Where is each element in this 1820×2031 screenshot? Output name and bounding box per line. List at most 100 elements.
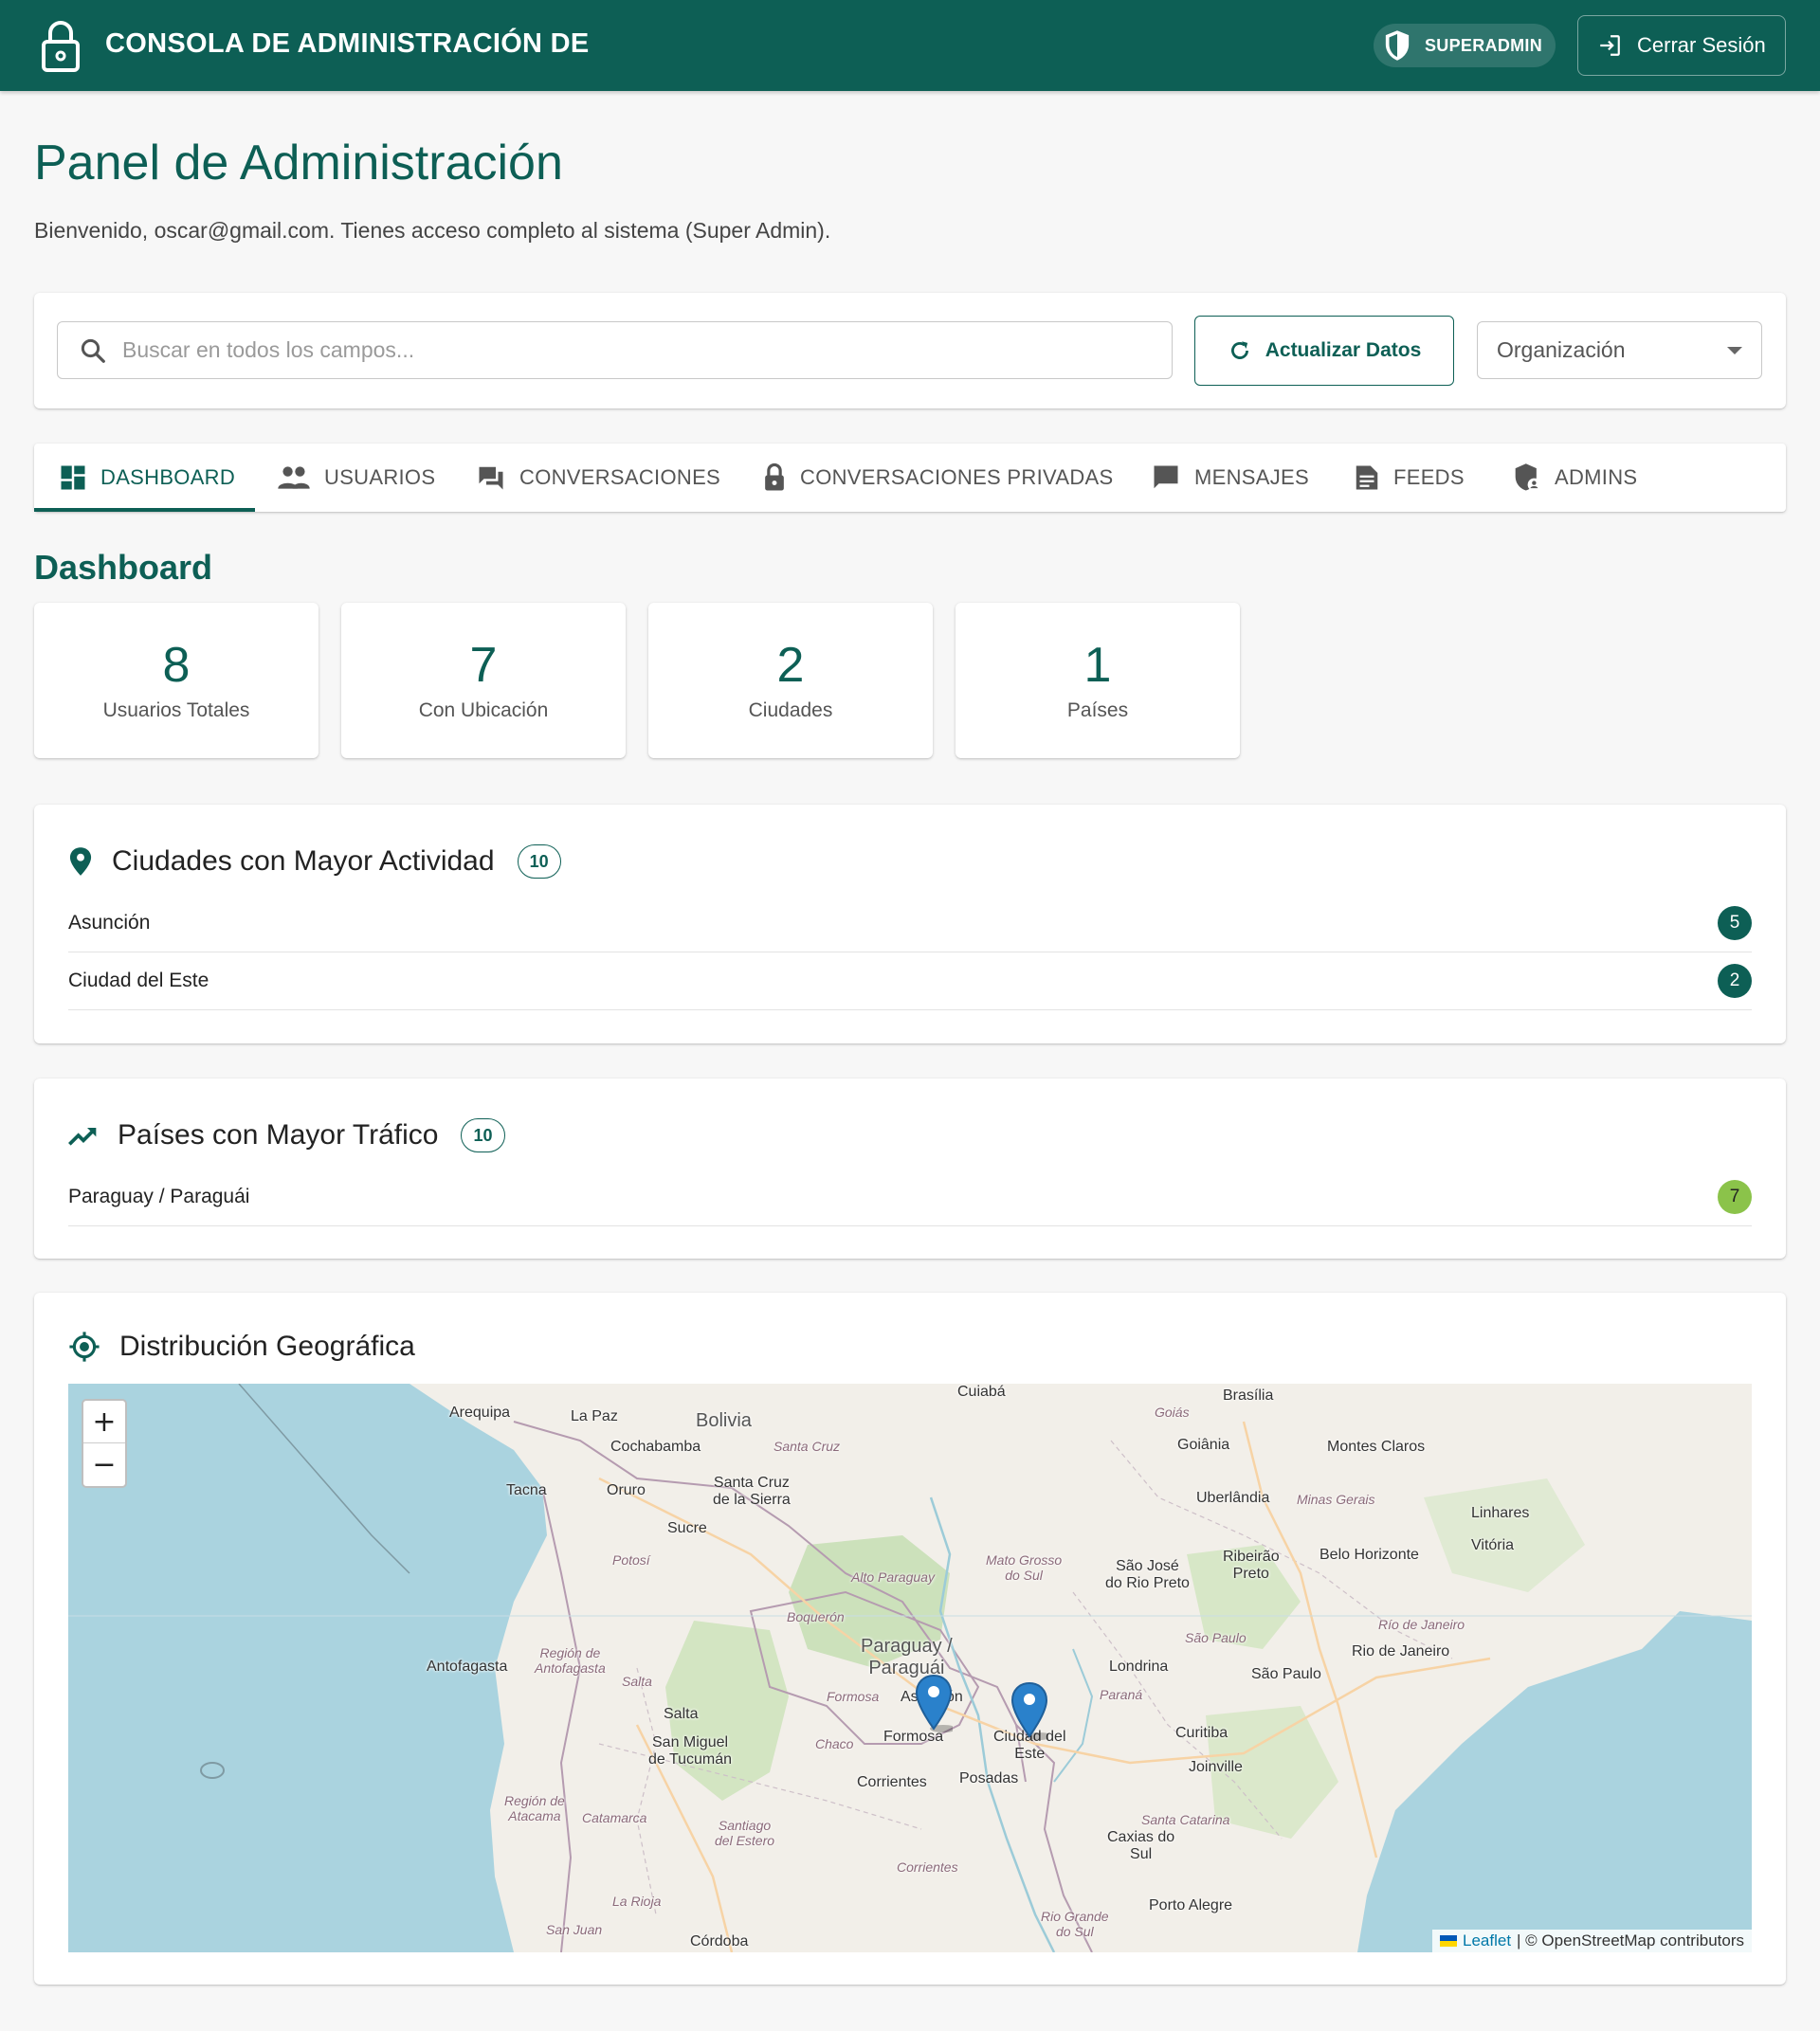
role-chip: SUPERADMIN — [1374, 24, 1556, 67]
tab-feeds-label: FEEDS — [1393, 465, 1465, 489]
list-item[interactable]: Asunción 5 — [68, 895, 1752, 952]
admin-shield-icon — [1515, 463, 1541, 492]
map-label: Curitiba — [1175, 1725, 1228, 1741]
role-chip-label: SUPERADMIN — [1425, 35, 1543, 55]
stat-value: 7 — [469, 638, 498, 693]
map-label: La Paz — [571, 1408, 618, 1424]
map-label: Salta — [622, 1674, 652, 1689]
article-icon — [1356, 465, 1378, 490]
countries-card-title: Países con Mayor Tráfico — [118, 1119, 439, 1151]
logout-icon — [1600, 35, 1620, 56]
refresh-label: Actualizar Datos — [1265, 339, 1422, 361]
search-icon — [81, 338, 105, 363]
map-label: Corrientes — [857, 1774, 927, 1790]
map-label: Corrientes — [897, 1859, 958, 1875]
map-label: Brasília — [1223, 1387, 1274, 1404]
stat-label: Ciudades — [748, 699, 833, 721]
countries-card: Países con Mayor Tráfico 10 Paraguay / P… — [34, 1079, 1786, 1259]
map-label: Salta — [664, 1706, 699, 1722]
tab-dashboard-label: DASHBOARD — [100, 465, 236, 489]
dashboard-title: Dashboard — [34, 548, 213, 587]
tab-conversaciones-privadas[interactable]: CONVERSACIONES PRIVADAS — [762, 444, 1113, 512]
map-label: Arequipa — [449, 1405, 511, 1421]
refresh-button[interactable]: Actualizar Datos — [1194, 316, 1454, 386]
stat-label: Usuarios Totales — [102, 699, 250, 721]
country-count-badge: 7 — [1718, 1180, 1752, 1214]
map-label: Paraná — [1100, 1687, 1143, 1702]
logout-button[interactable]: Cerrar Sesión — [1577, 15, 1786, 76]
organization-select[interactable]: Organización — [1477, 321, 1762, 379]
map-label: Goiás — [1155, 1405, 1190, 1420]
city-name: Ciudad del Este — [68, 970, 209, 991]
city-count-badge: 2 — [1718, 964, 1752, 998]
forum-icon — [479, 466, 503, 490]
map-label: Santiago del Estero — [715, 1818, 775, 1849]
map-label: Rio Grande do Sul — [1041, 1909, 1109, 1940]
trending-up-icon — [68, 1128, 97, 1146]
organization-select-value: Organización — [1497, 337, 1626, 362]
map-label: Antofagasta — [427, 1659, 508, 1675]
attribution-text: | © OpenStreetMap contributors — [1517, 1931, 1744, 1949]
ukraine-flag-icon — [1440, 1935, 1457, 1947]
map-label: Región de Antofagasta — [535, 1645, 606, 1677]
map-label: Vitória — [1471, 1537, 1515, 1553]
stat-card-usuarios-totales: 8 Usuarios Totales — [34, 603, 318, 758]
map-label: Bolivia — [696, 1410, 752, 1431]
map-label: Londrina — [1109, 1659, 1169, 1675]
list-item[interactable]: Ciudad del Este 2 — [68, 952, 1752, 1010]
list-item[interactable]: Paraguay / Paraguái 7 — [68, 1169, 1752, 1226]
map-label: Potosí — [612, 1552, 650, 1568]
leaflet-link[interactable]: Leaflet — [1463, 1931, 1511, 1950]
map-label: Mato Grosso do Sul — [986, 1552, 1063, 1584]
tab-conversaciones[interactable]: CONVERSACIONES — [476, 444, 720, 512]
dashboard-icon — [61, 465, 85, 490]
lock-icon — [765, 462, 784, 491]
lock-icon — [42, 21, 80, 72]
map-marker-ciudad-del-este[interactable] — [1010, 1681, 1048, 1740]
countries-card-header: Países con Mayor Tráfico 10 — [68, 1118, 505, 1152]
map-label: Sucre — [667, 1520, 707, 1536]
stat-value: 2 — [776, 638, 805, 693]
map-label: Belo Horizonte — [1320, 1547, 1419, 1563]
tab-usuarios[interactable]: USUARIOS — [277, 444, 435, 512]
geo-distribution-card: Distribución Geográfica Cuiabá Brasília … — [34, 1293, 1786, 1985]
map-label: Uberlândia — [1196, 1490, 1270, 1506]
map-label: Boquerón — [787, 1609, 845, 1624]
stat-label: Con Ubicación — [418, 699, 549, 721]
search-field[interactable] — [57, 321, 1173, 379]
chevron-down-icon — [1727, 347, 1742, 354]
search-toolbar: Actualizar Datos Organización — [34, 293, 1786, 408]
tab-mensajes[interactable]: MENSAJES — [1151, 444, 1309, 512]
tab-feeds[interactable]: FEEDS — [1354, 444, 1465, 512]
map-label: Santa Cruz de la Sierra — [713, 1475, 791, 1509]
welcome-text: Bienvenido, oscar@gmail.com. Tienes acce… — [34, 218, 831, 243]
map-label: Oruro — [607, 1482, 646, 1498]
map-label: Linhares — [1471, 1505, 1530, 1521]
stat-card-ciudades: 2 Ciudades — [648, 603, 933, 758]
map-view[interactable]: Cuiabá Brasília Goiás Arequipa La Paz Bo… — [68, 1384, 1752, 1952]
map-zoom-control: + − — [82, 1399, 127, 1488]
geo-distribution-title: Distribución Geográfica — [119, 1331, 415, 1362]
tab-admins-label: ADMINS — [1555, 465, 1638, 489]
map-label: Chaco — [815, 1736, 854, 1751]
app-title: CONSOLA DE ADMINISTRACIÓN DE — [105, 28, 590, 59]
map-label: Catamarca — [582, 1810, 647, 1825]
page-title: Panel de Administración — [34, 136, 563, 190]
stat-value: 8 — [162, 638, 191, 693]
tab-admins[interactable]: ADMINS — [1513, 444, 1637, 512]
map-label: Formosa — [827, 1689, 880, 1704]
map-label: São Paulo — [1185, 1630, 1247, 1645]
tab-dashboard[interactable]: DASHBOARD — [59, 444, 235, 512]
map-label: Tacna — [506, 1482, 547, 1498]
map-marker-asuncion[interactable] — [915, 1674, 953, 1732]
zoom-out-button[interactable]: − — [83, 1443, 125, 1486]
tab-conversaciones-privadas-label: CONVERSACIONES PRIVADAS — [800, 465, 1114, 489]
zoom-in-button[interactable]: + — [83, 1401, 125, 1443]
stat-value: 1 — [1083, 638, 1112, 693]
map-label: Cochabamba — [610, 1439, 701, 1455]
search-input[interactable] — [122, 337, 1146, 363]
chat-bubble-icon — [1154, 465, 1178, 489]
tab-conversaciones-label: CONVERSACIONES — [519, 465, 721, 489]
cities-count-chip: 10 — [517, 844, 561, 879]
map-label: Santa Cruz — [774, 1439, 841, 1454]
